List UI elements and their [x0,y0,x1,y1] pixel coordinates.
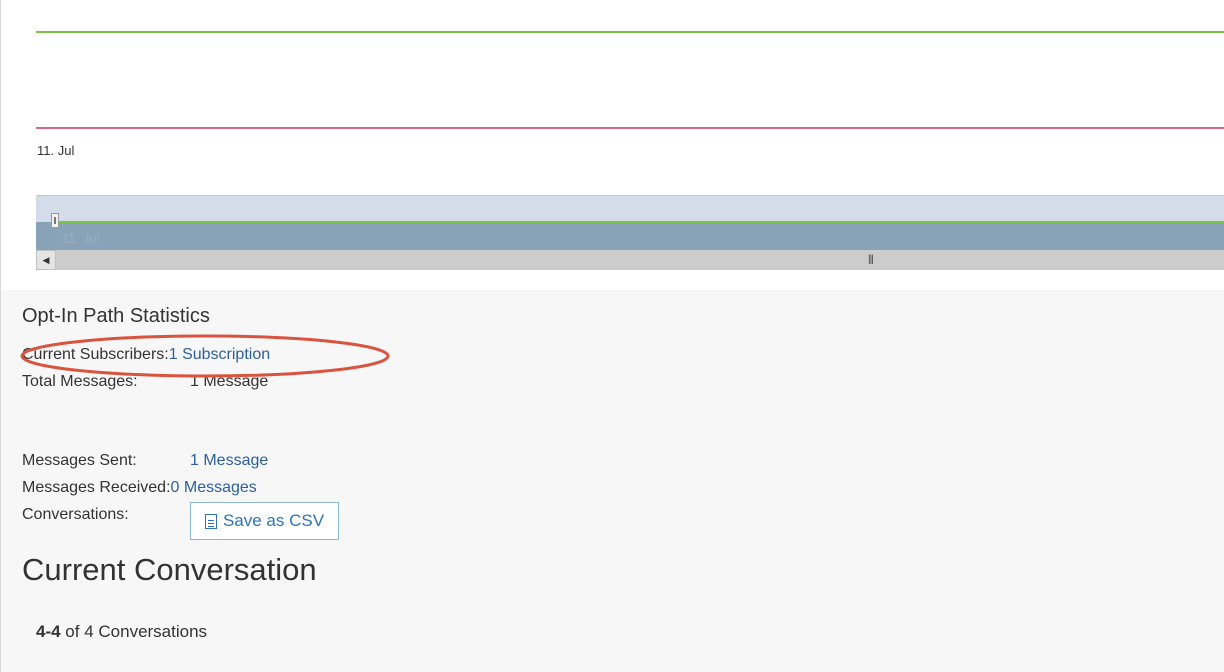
messages-received-link[interactable]: 0 Messages [171,479,257,496]
total-messages-label: Total Messages: [22,373,138,390]
save-csv-button[interactable]: Save as CSV [190,502,339,540]
conversations-label: Conversations: [22,506,129,523]
current-conversation-heading: Current Conversation [22,552,317,587]
triangle-left-icon[interactable]: ◀ [36,250,56,270]
current-subscribers-link[interactable]: 1 Subscription [169,346,270,363]
chart-scrollbar[interactable]: ◀ ||| [36,250,1224,270]
conversation-pager: 4-4 of 4 Conversations [36,622,207,642]
messages-received-row: Messages Received:0 Messages [22,479,257,497]
chart-navigator[interactable]: 11. Jul [36,195,1224,253]
x-axis-tick-label: 11. Jul [37,143,75,158]
grip-icon[interactable]: ||| [868,250,874,270]
pager-of-text: of 4 Conversations [60,622,208,641]
total-messages-row: Total Messages: 1 Message [22,373,268,391]
document-icon [204,513,217,529]
navigator-tick-label: 11. Jul [62,231,100,246]
current-subscribers-row: Current Subscribers:1 Subscription [22,346,270,364]
navigator-series-area [36,222,1224,250]
total-messages-value: 1 Message [190,373,269,390]
navigator-left-handle[interactable] [51,213,59,228]
messages-sent-link[interactable]: 1 Message [190,452,268,469]
current-subscribers-label: Current Subscribers: [22,346,169,363]
messages-sent-label: Messages Sent: [22,452,137,469]
pager-range: 4-4 [36,622,61,641]
messages-received-label: Messages Received: [22,479,171,496]
save-csv-label: Save as CSV [222,511,325,530]
messages-sent-row: Messages Sent: 1 Message [22,452,268,470]
navigator-series-line [56,221,1224,223]
conversations-row: Conversations: [22,506,129,524]
stats-title: Opt-In Path Statistics [22,305,210,327]
navigator-mask [36,195,1224,222]
